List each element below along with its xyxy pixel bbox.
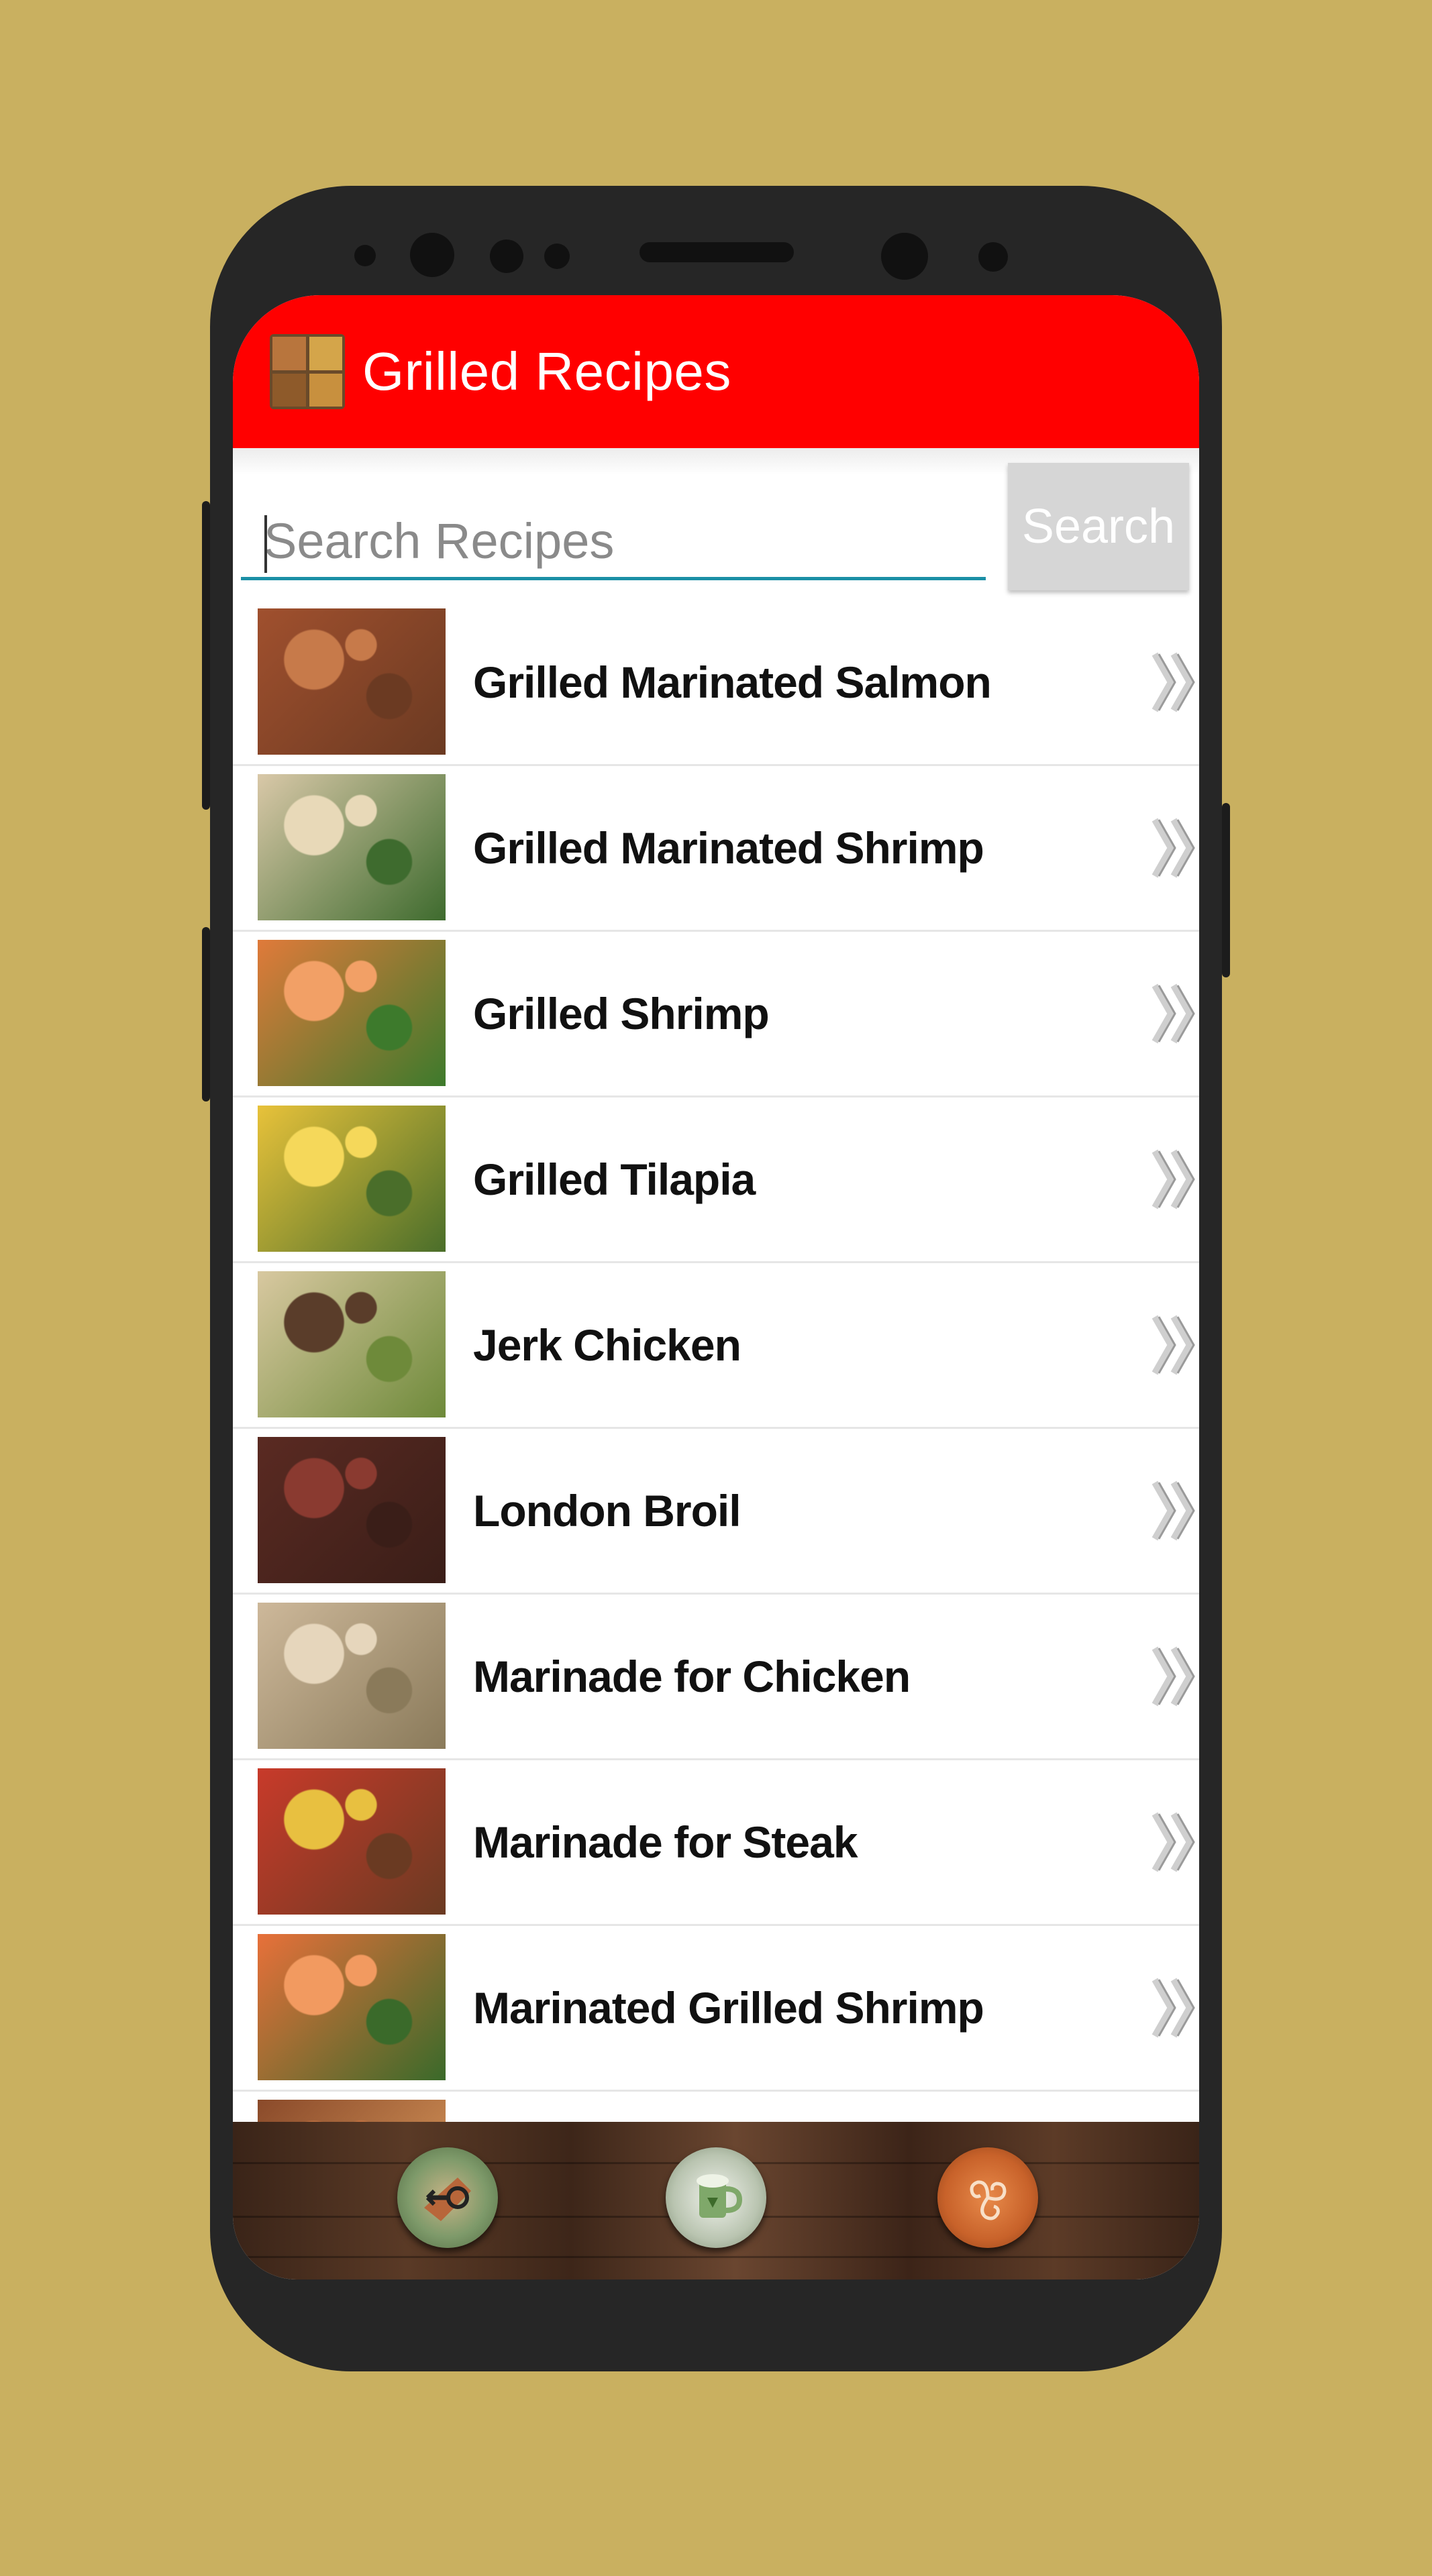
recipe-list: Grilled Marinated Salmon Grilled Marinate… <box>233 600 1199 2122</box>
recipe-name: Marinade for Chicken <box>473 1652 911 1701</box>
chevron-right-icon <box>1152 818 1195 878</box>
recipe-name: Marinated Grilled Shrimp <box>473 1983 984 2033</box>
side-button-right <box>1222 803 1230 977</box>
chevron-right-icon <box>1152 1315 1195 1375</box>
chevron-right-icon <box>1152 1646 1195 1707</box>
recipe-thumbnail <box>258 940 446 1086</box>
app-bar: Grilled Recipes <box>233 295 1199 448</box>
recipe-row[interactable]: Marinated Grilled Shrimp <box>233 1926 1199 2092</box>
bottom-nav-bar <box>233 2122 1199 2279</box>
chevron-right-icon <box>1152 652 1195 712</box>
recipe-thumbnail <box>258 2100 446 2122</box>
power-button <box>202 927 210 1102</box>
triskele-icon <box>970 2180 1007 2220</box>
text-cursor <box>264 515 267 573</box>
recipe-thumbnail <box>258 774 446 920</box>
recipe-name: Grilled Marinated Salmon <box>473 657 992 707</box>
recipe-row[interactable]: Grilled Marinated Shrimp <box>233 766 1199 932</box>
recipe-row[interactable]: Grilled Marinated Salmon <box>233 600 1199 766</box>
chevron-right-icon <box>1152 1149 1195 1210</box>
search-input[interactable] <box>241 505 986 580</box>
search-button[interactable]: Search <box>1008 463 1189 590</box>
recipe-thumbnail <box>258 1271 446 1417</box>
recipe-name: Jerk Chicken <box>473 1320 741 1370</box>
earpiece-speaker <box>640 242 794 262</box>
bottle-opener-button[interactable] <box>397 2147 498 2248</box>
front-camera <box>410 233 454 277</box>
chevron-right-icon <box>1152 983 1195 1044</box>
bottle-opener-icon <box>424 2178 471 2221</box>
recipe-name: Grilled Tilapia <box>473 1155 756 1204</box>
recipe-thumbnail <box>258 1603 446 1749</box>
recipe-row[interactable]: Grilled Tilapia <box>233 1097 1199 1263</box>
recipe-row[interactable]: Jerk Chicken <box>233 1263 1199 1429</box>
recipe-thumbnail <box>258 1934 446 2080</box>
beer-mug-icon <box>697 2174 743 2218</box>
volume-button <box>202 501 210 810</box>
recipe-row[interactable]: Marinade for Steak <box>233 1760 1199 1926</box>
recipe-name: London Broil <box>473 1486 741 1536</box>
front-camera <box>881 233 928 280</box>
sensor-dot <box>544 244 570 269</box>
app-screen: Grilled Recipes Search Grilled Marinated… <box>233 295 1199 2279</box>
recipe-thumbnail <box>258 608 446 755</box>
beer-button[interactable] <box>666 2147 766 2248</box>
chevron-right-icon <box>1152 1978 1195 2038</box>
recipe-name: Grilled Marinated Shrimp <box>473 823 984 873</box>
app-title: Grilled Recipes <box>362 341 731 401</box>
sensor-dot <box>490 239 523 273</box>
recipe-thumbnail <box>258 1437 446 1583</box>
recipe-name: Grilled Shrimp <box>473 989 770 1038</box>
recipe-thumbnail <box>258 1106 446 1252</box>
recipe-name: Marinade for Steak <box>473 1817 858 1867</box>
recipe-thumbnail <box>258 1768 446 1915</box>
sensor-dot <box>978 242 1008 272</box>
app-logo-icon <box>270 334 345 409</box>
sensor-dot <box>354 245 376 266</box>
recipe-row[interactable]: Marinated Tuna Steak <box>233 2092 1199 2122</box>
recipe-row[interactable]: London Broil <box>233 1429 1199 1595</box>
chevron-right-icon <box>1152 1812 1195 1872</box>
triskele-button[interactable] <box>937 2147 1038 2248</box>
chevron-right-icon <box>1152 1481 1195 1541</box>
recipe-row[interactable]: Grilled Shrimp <box>233 932 1199 1097</box>
recipe-row[interactable]: Marinade for Chicken <box>233 1595 1199 1760</box>
